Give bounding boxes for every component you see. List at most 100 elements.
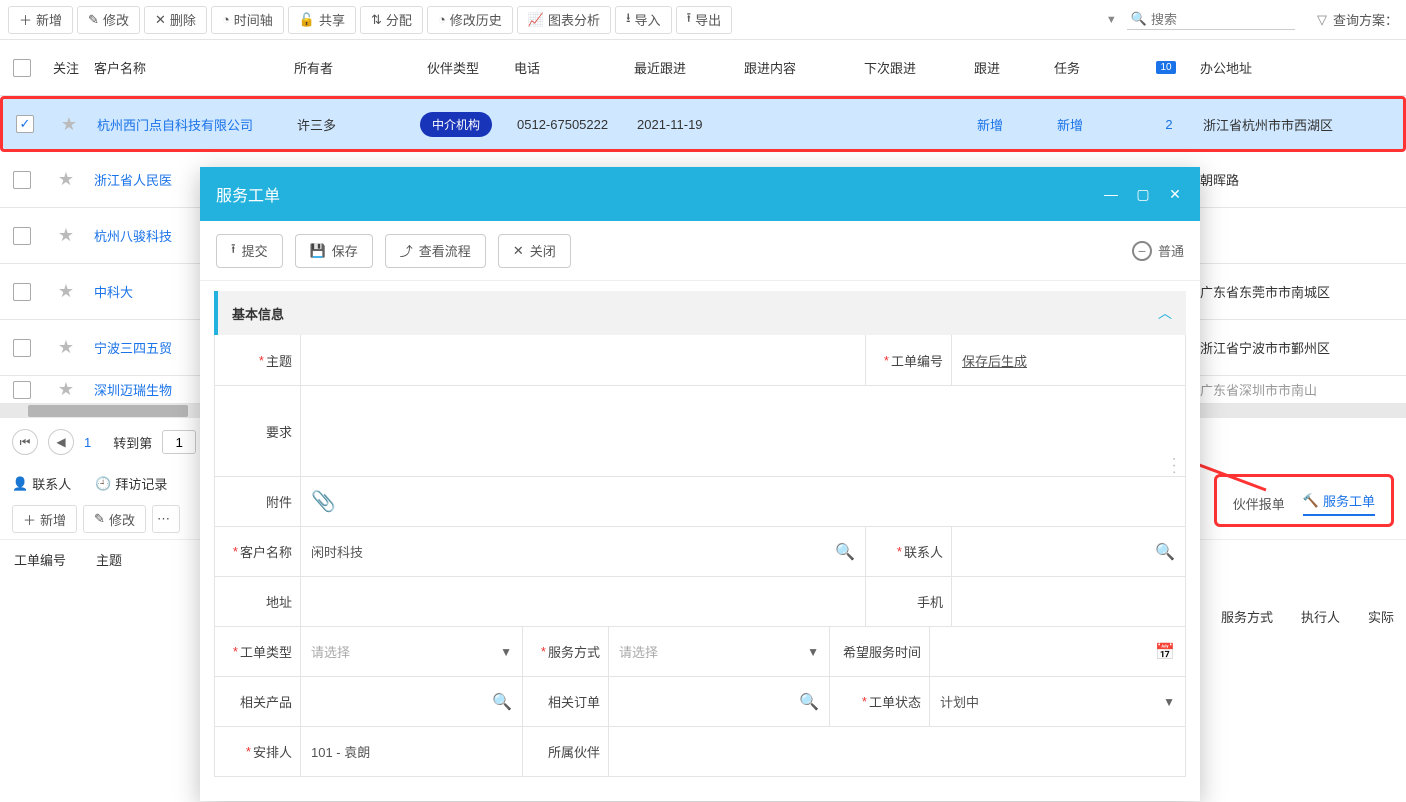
delete-button[interactable]: ✕ 删除	[144, 6, 207, 34]
add-button[interactable]: ＋ 新增	[8, 6, 73, 34]
type-pill: 中介机构	[420, 112, 492, 137]
attachment-icon[interactable]: 📎	[311, 489, 336, 514]
scrollbar-thumb[interactable]	[28, 405, 188, 417]
calendar-icon[interactable]: 📅	[1155, 642, 1175, 662]
edit-button[interactable]: ✎ 修改	[77, 6, 140, 34]
phone-text: 0512-67505222	[511, 117, 631, 132]
row-checkbox[interactable]	[13, 171, 31, 189]
star-icon[interactable]: ★	[58, 225, 74, 246]
share-button[interactable]: 🔓 共享	[288, 6, 356, 34]
assign-button[interactable]: ⇅ 分配	[360, 6, 423, 34]
star-icon[interactable]: ★	[58, 281, 74, 302]
status-value[interactable]: 计划中	[940, 692, 979, 711]
star-icon[interactable]: ★	[58, 379, 74, 400]
orderno-value: 保存后生成	[962, 351, 1027, 370]
expect-time-input[interactable]	[940, 644, 1175, 659]
sub-add-button[interactable]: ＋ 新增	[12, 505, 77, 533]
row-checkbox[interactable]	[13, 283, 31, 301]
dialog-toolbar: ⭱提交 💾保存 ⤴查看流程 ✕关闭 −普通	[200, 221, 1200, 281]
timeline-button[interactable]: ◔ 时间轴	[211, 6, 284, 34]
mobile-input[interactable]	[962, 594, 1175, 609]
col-content: 跟进内容	[738, 58, 858, 77]
search-icon: 🔍	[1131, 11, 1147, 27]
history-label: 修改历史	[450, 10, 502, 29]
main-toolbar: ＋ 新增 ✎ 修改 ✕ 删除 ◔ 时间轴 🔓 共享 ⇅ 分配 ◔ 修改历史 📈 …	[0, 0, 1406, 40]
tab-service-order[interactable]: 🔨服务工单	[1303, 491, 1375, 516]
subcol-orderno: 工单编号	[14, 550, 66, 569]
export-button[interactable]: ⭱ 导出	[676, 6, 733, 34]
row-checkbox[interactable]	[13, 227, 31, 245]
service-mode-select[interactable]: 请选择	[619, 642, 658, 661]
first-page-button[interactable]: ⏮	[12, 429, 38, 455]
clock-icon: 🕘	[95, 476, 111, 492]
resize-handle-icon[interactable]: ⋰	[1163, 455, 1185, 477]
address-input[interactable]	[311, 594, 855, 609]
tab-contacts[interactable]: 👤联系人	[12, 474, 71, 493]
section-title: 基本信息	[232, 304, 284, 323]
priority-normal[interactable]: −普通	[1132, 241, 1184, 261]
tab-visits[interactable]: 🕘拜访记录	[95, 474, 167, 493]
chart-button[interactable]: 📈 图表分析	[517, 6, 611, 34]
followup-link[interactable]: 新增	[971, 115, 1051, 134]
col-name: 客户名称	[88, 58, 288, 77]
search-box: 🔍	[1127, 9, 1295, 30]
right-tab-highlight: 伙伴报单 🔨服务工单	[1214, 474, 1394, 527]
import-button[interactable]: ⭳ 导入	[615, 6, 672, 34]
submit-button[interactable]: ⭱提交	[216, 234, 283, 268]
close-button[interactable]: ✕关闭	[498, 234, 571, 268]
addr-text: 广东省东莞市市南城区	[1194, 282, 1406, 301]
tag-count[interactable]: 2	[1141, 117, 1197, 132]
label-partner: 所属伙伴	[523, 727, 609, 776]
search-icon[interactable]: 🔍	[1155, 542, 1175, 562]
save-icon: 💾	[310, 243, 326, 259]
subject-input[interactable]	[311, 353, 855, 368]
filter-scheme[interactable]: ▽ 查询方案：	[1317, 10, 1398, 29]
task-link[interactable]: 新增	[1051, 115, 1141, 134]
table-row[interactable]: ✓ ★ 杭州西门点自科技有限公司 许三多 中介机构 0512-67505222 …	[0, 96, 1406, 152]
customer-name-link[interactable]: 杭州西门点自科技有限公司	[91, 115, 291, 134]
search-input[interactable]	[1151, 12, 1291, 27]
customer-value: 闲时科技	[311, 542, 363, 561]
order-type-select[interactable]: 请选择	[311, 642, 350, 661]
star-icon[interactable]: ★	[58, 337, 74, 358]
chevron-down-icon[interactable]: ▼	[500, 645, 512, 659]
sub-edit-button[interactable]: ✎ 修改	[83, 505, 146, 533]
col-owner: 所有者	[288, 58, 398, 77]
requirement-input[interactable]	[311, 398, 1175, 413]
row-checkbox[interactable]: ✓	[16, 115, 34, 133]
search-icon[interactable]: 🔍	[835, 542, 855, 562]
label-requirement: 要求	[215, 386, 301, 476]
label-assignee: 安排人	[215, 727, 301, 776]
label-attachment: 附件	[215, 477, 301, 526]
partner-input[interactable]	[619, 744, 1175, 759]
view-flow-button[interactable]: ⤴查看流程	[385, 234, 486, 268]
chevron-up-icon[interactable]: ︿	[1158, 303, 1172, 323]
star-icon[interactable]: ★	[61, 114, 77, 135]
add-label: 新增	[36, 10, 62, 29]
contacts-icon: 👤	[12, 476, 28, 492]
label-expect-time: 希望服务时间	[830, 627, 930, 676]
history-button[interactable]: ◔ 修改历史	[427, 6, 513, 34]
select-all-checkbox[interactable]	[13, 59, 31, 77]
subcol-subject: 主题	[96, 550, 122, 569]
col-recent: 最近跟进	[628, 58, 738, 77]
prev-page-button[interactable]: ◀	[48, 429, 74, 455]
maximize-icon[interactable]: ▢	[1134, 185, 1152, 203]
circle-minus-icon: −	[1132, 241, 1152, 261]
row-checkbox[interactable]	[13, 339, 31, 357]
search-icon[interactable]: 🔍	[492, 692, 512, 712]
row-checkbox[interactable]	[13, 381, 31, 399]
close-icon[interactable]: ✕	[1166, 185, 1184, 203]
dropdown-caret-icon[interactable]: ▼	[1106, 14, 1117, 26]
minimize-icon[interactable]: —	[1102, 185, 1120, 203]
label-address: 地址	[215, 577, 301, 626]
search-icon[interactable]: 🔍	[799, 692, 819, 712]
save-button[interactable]: 💾保存	[295, 234, 373, 268]
chevron-down-icon[interactable]: ▼	[1163, 695, 1175, 709]
goto-input[interactable]	[162, 430, 196, 454]
tab-partner-quote[interactable]: 伙伴报单	[1233, 494, 1285, 513]
chevron-down-icon[interactable]: ▼	[807, 645, 819, 659]
sub-extra-button[interactable]: ⋯	[152, 505, 180, 533]
label-contact: 联系人	[866, 527, 952, 576]
star-icon[interactable]: ★	[58, 169, 74, 190]
